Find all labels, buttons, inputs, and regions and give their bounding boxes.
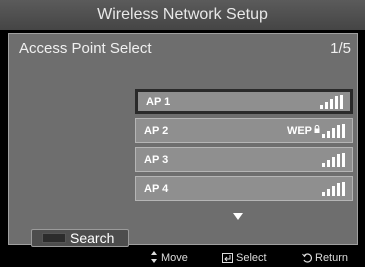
search-button[interactable]: Search — [31, 229, 129, 247]
tv-menu-frame: Wireless Network Setup Access Point Sele… — [0, 0, 365, 267]
move-hint-label: Move — [161, 252, 188, 264]
select-hint: Select — [222, 251, 267, 265]
lock-icon — [314, 125, 320, 133]
footer-hints: Move Select Return — [0, 249, 365, 267]
signal-strength-icon — [320, 95, 343, 109]
ap-name: AP 3 — [144, 154, 169, 166]
search-button-label: Search — [70, 230, 115, 246]
ap-name: AP 4 — [144, 183, 169, 195]
ap-list-item[interactable]: AP 4 — [135, 176, 353, 201]
return-icon — [302, 253, 312, 263]
return-hint-label: Return — [315, 252, 349, 264]
signal-strength-icon — [322, 124, 345, 138]
panel-header: Access Point Select 1/5 — [9, 34, 357, 64]
return-hint: Return — [302, 251, 348, 265]
security-label: WEP — [286, 125, 312, 137]
page-indicator: 1/5 — [330, 40, 351, 57]
signal-strength-icon — [322, 153, 345, 167]
move-icon — [151, 251, 157, 263]
signal-strength-icon — [322, 182, 345, 196]
access-point-panel: Access Point Select 1/5 AP 1 AP 2 WEP AP… — [8, 33, 358, 247]
panel-title: Access Point Select — [19, 40, 152, 57]
page-title: Wireless Network Setup — [0, 0, 365, 30]
access-point-list: AP 1 AP 2 WEP AP 3 AP 4 — [135, 89, 353, 205]
ap-name: AP 2 — [144, 125, 169, 137]
enter-icon — [222, 253, 233, 263]
move-hint: Move — [150, 251, 188, 265]
ap-list-item[interactable]: AP 3 — [135, 147, 353, 172]
ap-list-item[interactable]: AP 2 WEP — [135, 118, 353, 143]
color-key-icon — [42, 233, 66, 243]
down-arrow-icon[interactable] — [233, 213, 243, 220]
ap-name: AP 1 — [146, 96, 171, 108]
select-hint-label: Select — [236, 252, 267, 264]
ap-list-item[interactable]: AP 1 — [135, 89, 353, 114]
